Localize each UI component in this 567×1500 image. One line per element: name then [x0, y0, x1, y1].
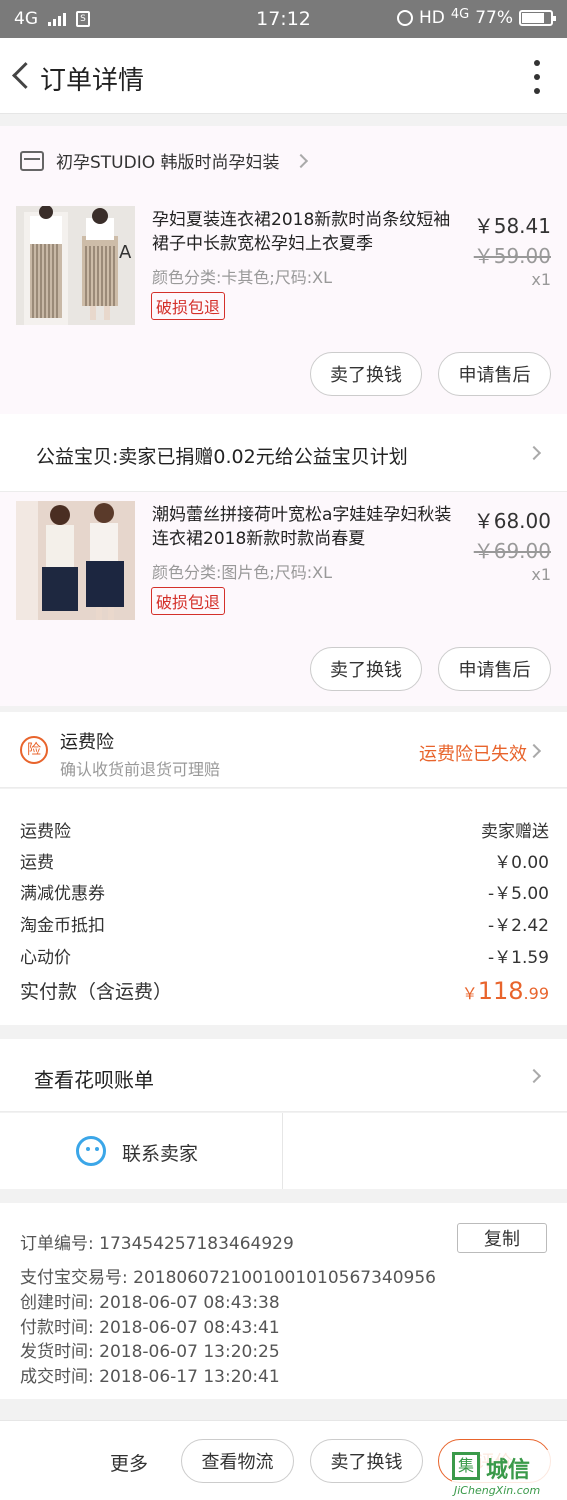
insurance-status: 运费险已失效 [419, 744, 527, 765]
item-quantity: x1 [531, 270, 551, 289]
fee-value: ￥0.00 [494, 853, 549, 873]
total-currency: ￥ [461, 984, 478, 1003]
watermark-url: JiChengXin.com [454, 1484, 541, 1497]
item-quantity: x1 [531, 565, 551, 584]
total-amount: ￥118.99 [462, 977, 549, 1005]
fee-label: 淘金币抵扣 [20, 916, 105, 936]
product-image: A [16, 206, 135, 325]
shop-icon [20, 150, 44, 171]
status-bar: 4G S 17:12 HD 4G 77% [0, 0, 567, 38]
huabei-row[interactable]: 查看花呗账单 [0, 1039, 567, 1112]
order-card-1: 初孕STUDIO 韩版时尚孕妇装 A 孕妇夏装连衣裙2018新款时尚条纹短袖裙子… [0, 126, 567, 414]
order-number: 订单编号: 173454257183464929 [20, 1234, 294, 1254]
return-tag: 破损包退 [151, 587, 226, 615]
chevron-right-icon [293, 153, 308, 168]
fee-row: 心动价 -￥1.59 [20, 943, 549, 968]
shop-name: 初孕STUDIO 韩版时尚孕妇装 [56, 153, 280, 173]
contact-seller-button[interactable]: 联系卖家 [0, 1113, 283, 1189]
fee-label: 满减优惠券 [20, 884, 105, 904]
fee-value: -￥2.42 [488, 916, 549, 936]
order-item[interactable]: 潮妈蕾丝拼接荷叶宽松a字娃娃孕妇秋装连衣裙2018新款时款尚春夏 颜色分类:图片… [0, 501, 567, 631]
battery-percent: 77% [475, 8, 513, 28]
sell-button[interactable]: 卖了换钱 [310, 352, 422, 396]
huabei-label: 查看花呗账单 [34, 1068, 154, 1092]
order-card-2: 潮妈蕾丝拼接荷叶宽松a字娃娃孕妇秋装连衣裙2018新款时款尚春夏 颜色分类:图片… [0, 492, 567, 706]
total-integer: 118 [477, 977, 524, 1005]
fee-summary: 运费险 卖家赠送 运费 ￥0.00 满减优惠券 -￥5.00 淘金币抵扣 -￥2.42 … [0, 789, 567, 1025]
shipped-time: 发货时间: 2018-06-07 13:20:25 [20, 1342, 280, 1362]
network-right-label: 4G [450, 6, 470, 22]
more-options-icon[interactable] [531, 60, 543, 94]
more-button[interactable]: 更多 [110, 1449, 148, 1476]
sell-button[interactable]: 卖了换钱 [310, 1439, 423, 1483]
total-decimal: .99 [523, 984, 549, 1003]
created-time: 创建时间: 2018-06-07 08:43:38 [20, 1293, 280, 1313]
logistics-button[interactable]: 查看物流 [181, 1439, 294, 1483]
charity-row[interactable]: 公益宝贝:卖家已捐赠0.02元给公益宝贝计划 [0, 414, 567, 492]
fee-value: -￥1.59 [488, 948, 549, 968]
return-tag: 破损包退 [151, 292, 226, 320]
insurance-title: 运费险 [60, 732, 114, 753]
item-original-price: ￥69.00 [473, 539, 551, 563]
after-sale-button[interactable]: 申请售后 [438, 647, 551, 691]
paid-time: 付款时间: 2018-06-07 08:43:41 [20, 1318, 280, 1338]
insurance-icon: 险 [20, 736, 48, 764]
charity-text: 公益宝贝:卖家已捐赠0.02元给公益宝贝计划 [36, 446, 408, 468]
battery-icon [519, 10, 556, 26]
contact-seller-row: 联系卖家 [0, 1113, 567, 1189]
back-icon[interactable] [8, 58, 38, 94]
completed-time: 成交时间: 2018-06-17 13:20:41 [20, 1367, 280, 1387]
total-row: 实付款（含运费） ￥118.99 [20, 977, 549, 1005]
top-nav-bar: 订单详情 [0, 38, 567, 114]
alarm-icon [396, 10, 413, 26]
fee-label: 心动价 [20, 948, 71, 968]
item-price: ￥58.41 [473, 214, 551, 238]
fee-row: 满减优惠券 -￥5.00 [20, 879, 549, 904]
alipay-number: 支付宝交易号: 2018060721001001010567340956 [20, 1268, 436, 1288]
fee-value: 卖家赠送 [481, 822, 549, 842]
hd-label: HD [418, 8, 445, 28]
order-info: 订单编号: 173454257183464929 复制 支付宝交易号: 2018… [0, 1203, 567, 1399]
chevron-right-icon [526, 743, 542, 759]
insurance-subtitle: 确认收货前退货可理赔 [60, 760, 221, 779]
fee-label: 运费险 [20, 822, 71, 842]
product-image [16, 501, 135, 620]
svg-text:A: A [119, 242, 132, 263]
status-right: HD 4G 77% [396, 6, 556, 28]
fee-label: 运费 [20, 853, 54, 873]
item-spec: 颜色分类:图片色;尺码:XL [152, 563, 333, 582]
chevron-right-icon [526, 445, 542, 461]
shop-link[interactable]: 初孕STUDIO 韩版时尚孕妇装 [20, 148, 308, 173]
fee-row: 运费险 卖家赠送 [20, 817, 549, 842]
fee-row: 运费 ￥0.00 [20, 848, 549, 873]
sell-button[interactable]: 卖了换钱 [310, 647, 422, 691]
page-title: 订单详情 [40, 66, 145, 96]
fee-row: 淘金币抵扣 -￥2.42 [20, 911, 549, 936]
chevron-right-icon [526, 1068, 542, 1084]
order-item[interactable]: A 孕妇夏装连衣裙2018新款时尚条纹短袖裙子中长款宽松孕妇上衣夏季 颜色分类:… [0, 206, 567, 336]
after-sale-button[interactable]: 申请售后 [438, 352, 551, 396]
item-title: 孕妇夏装连衣裙2018新款时尚条纹短袖裙子中长款宽松孕妇上衣夏季 [152, 210, 451, 254]
watermark-logo: 集 城信 JiChengXin.com [452, 1450, 567, 1500]
shipping-insurance-row[interactable]: 险 运费险 确认收货前退货可理赔 运费险已失效 [0, 712, 567, 788]
watermark-text: 城信 [486, 1458, 531, 1483]
chat-icon [76, 1136, 106, 1166]
copy-button[interactable]: 复制 [457, 1223, 547, 1253]
item-price: ￥68.00 [473, 509, 551, 533]
contact-seller-label: 联系卖家 [122, 1143, 199, 1165]
item-title: 潮妈蕾丝拼接荷叶宽松a字娃娃孕妇秋装连衣裙2018新款时款尚春夏 [152, 505, 452, 549]
item-original-price: ￥59.00 [473, 244, 551, 268]
watermark-glyph: 集 [452, 1452, 480, 1480]
item-spec: 颜色分类:卡其色;尺码:XL [152, 268, 333, 287]
total-label: 实付款（含运费） [20, 981, 173, 1003]
fee-value: -￥5.00 [488, 884, 549, 904]
